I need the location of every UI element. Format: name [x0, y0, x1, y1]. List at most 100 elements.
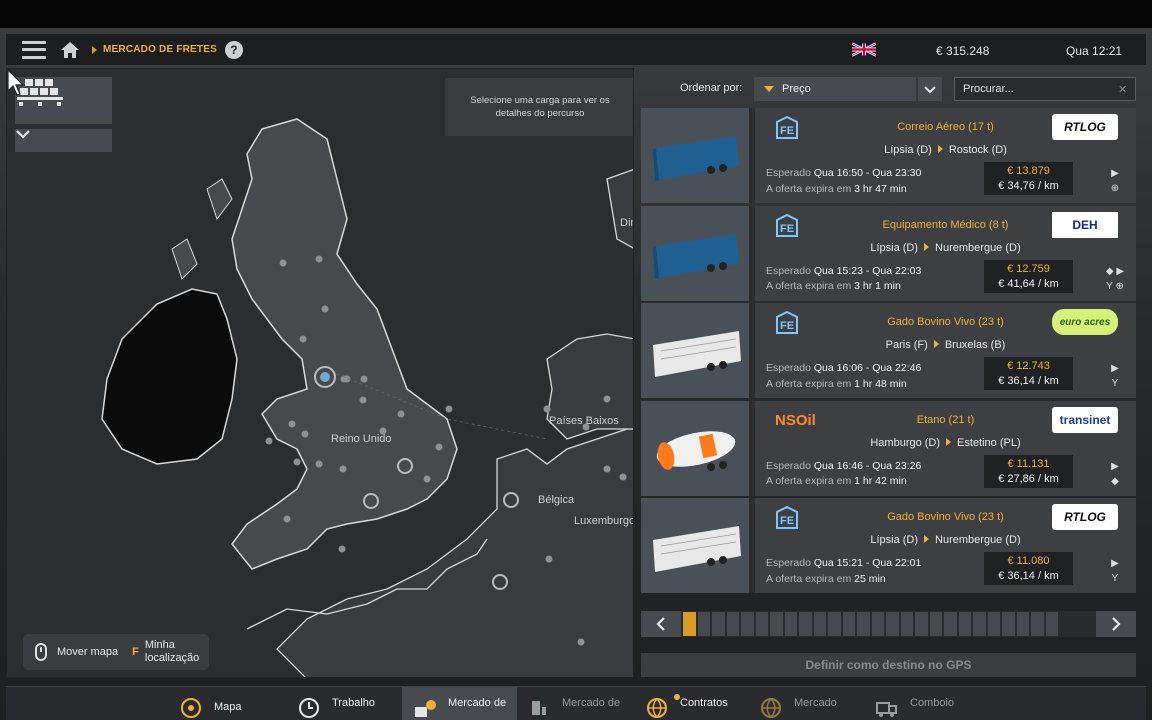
page-dot[interactable] — [900, 612, 913, 636]
expected-time: Qua 16:50 - Qua 23:30 — [813, 167, 922, 179]
breadcrumb-arrow-icon — [92, 45, 97, 54]
page-dot[interactable] — [929, 612, 942, 636]
page-dot[interactable] — [871, 612, 884, 636]
sort-value: Preço — [782, 83, 811, 95]
tab-map[interactable]: Mapa — [178, 687, 278, 720]
page-dot[interactable] — [958, 612, 971, 636]
expires-label: A oferta expira em — [766, 475, 852, 487]
job-times: Esperado Qua 15:21 - Qua 22:01 A oferta … — [766, 556, 921, 587]
set-gps-destination-button[interactable]: Definir como destino no GPS — [641, 653, 1136, 677]
route-arrow-icon — [933, 340, 939, 348]
map-view[interactable]: Reino Unido Países Baixos Bélgica Luxemb… — [6, 68, 634, 678]
job-icon-row-1: ▶ — [1111, 460, 1119, 472]
job-icon-row-2: ⊕ — [1110, 183, 1120, 194]
job-attribute-icons: ◆ ▶ Y ⊕ — [1105, 264, 1125, 294]
page-dot[interactable] — [915, 612, 928, 636]
tab-convoy[interactable]: Comboio — [874, 687, 984, 720]
uk-flag-icon[interactable] — [852, 42, 876, 57]
page-dot[interactable] — [1031, 612, 1044, 636]
help-icon[interactable]: ? — [224, 40, 243, 59]
page-dot[interactable] — [886, 612, 899, 636]
page-dot[interactable] — [770, 612, 783, 636]
job-icon-row-2: ◆ — [1111, 475, 1119, 487]
job-times: Esperado Qua 16:46 - Qua 23:26 A oferta … — [766, 459, 921, 490]
page-dot[interactable] — [712, 612, 725, 636]
tab-freight-market[interactable]: Mercado de — [402, 687, 517, 720]
map-label-reino-unido: Reino Unido — [331, 433, 392, 445]
price-per-km: € 27,86 / km — [998, 472, 1059, 485]
prev-page-button[interactable] — [641, 611, 681, 637]
job-row[interactable]: NSOil Etano (21 t) Hamburgo (D) Estetino … — [641, 400, 1136, 496]
expand-filter-button[interactable] — [15, 129, 112, 152]
chevron-right-icon — [1112, 617, 1121, 631]
job-icon-row-1: ▶ — [1111, 363, 1119, 374]
sort-select[interactable]: Preço — [754, 77, 916, 101]
tab-job[interactable]: Trabalho — [296, 687, 396, 720]
origin: Hamburgo (D) — [870, 436, 941, 449]
page-dot[interactable] — [697, 612, 710, 636]
top-bar: MERCADO DE FRETES ? € 315.248 Qua 12:21 — [6, 34, 1146, 66]
page-dot[interactable] — [799, 612, 812, 636]
tab-label: Mercado de — [562, 697, 621, 709]
job-row[interactable]: FE Equipamento Médico (8 t) Lípsia (D) Nu… — [641, 205, 1136, 301]
page-dot[interactable] — [987, 612, 1000, 636]
page-dot[interactable] — [726, 612, 739, 636]
mouse-cursor-icon — [7, 69, 25, 96]
cargo-filter-button[interactable] — [15, 77, 112, 124]
globe-icon — [758, 697, 784, 719]
clear-search-icon[interactable]: ✕ — [1118, 83, 1127, 96]
page-dot[interactable] — [755, 612, 768, 636]
client-logo: RTLOG — [1052, 114, 1118, 140]
sort-dropdown-button[interactable] — [918, 77, 942, 101]
next-page-button[interactable] — [1096, 611, 1136, 637]
page-dot[interactable] — [741, 612, 754, 636]
page-dot[interactable] — [842, 612, 855, 636]
job-attribute-icons: ▶ Y — [1105, 556, 1125, 586]
expires-time: 25 min — [854, 572, 886, 585]
job-row[interactable]: FE Gado Bovino Vivo (23 t) Paris (F) Brux… — [641, 303, 1136, 398]
page-dot[interactable] — [1045, 612, 1058, 636]
tab-contracts[interactable]: Contratos — [644, 687, 754, 720]
page-dot[interactable] — [828, 612, 841, 636]
price: € 11.080 — [1007, 555, 1050, 567]
chevron-down-icon — [16, 130, 30, 139]
page-dot[interactable] — [973, 612, 986, 636]
expires-label: A oferta expira em — [766, 572, 852, 585]
home-icon[interactable] — [60, 40, 80, 60]
page-dot[interactable] — [683, 612, 696, 636]
client-logo: transinet — [1052, 406, 1118, 433]
menu-icon[interactable] — [22, 40, 46, 59]
price: € 12.743 — [1007, 360, 1050, 372]
expires-time: 3 hr 1 min — [854, 280, 901, 292]
bottom-tab-bar: Mapa Trabalho Mercado de Mercado de Cont… — [6, 686, 1146, 720]
chevron-down-icon — [924, 85, 936, 93]
page-dot[interactable] — [1016, 612, 1029, 636]
search-input[interactable] — [954, 77, 1136, 101]
map-label-belgica: Bélgica — [538, 494, 575, 506]
page-dot[interactable] — [813, 612, 826, 636]
route: Hamburgo (D) Estetino (PL) — [755, 437, 1136, 449]
game-clock: Qua 12:21 — [1066, 44, 1123, 58]
notification-dot — [674, 694, 680, 700]
tab-cargo-market[interactable]: Mercado de — [526, 687, 636, 720]
tab-market[interactable]: Mercado — [758, 687, 868, 720]
trailer-image — [641, 108, 752, 203]
gps-icon — [178, 697, 204, 719]
job-row[interactable]: FE Gado Bovino Vivo (23 t) Lípsia (D) Nur… — [641, 498, 1136, 593]
locate-label-line1: Minha — [144, 639, 175, 651]
page-dot[interactable] — [944, 612, 957, 636]
job-details: FE Equipamento Médico (8 t) Lípsia (D) Nu… — [755, 205, 1136, 301]
locate-label: Minha localização — [145, 639, 199, 665]
page-dot[interactable] — [1002, 612, 1015, 636]
job-details: FE Correio Aéreo (17 t) Lípsia (D) Rostoc… — [755, 108, 1136, 203]
job-row[interactable]: FE Correio Aéreo (17 t) Lípsia (D) Rostoc… — [641, 108, 1136, 203]
destination: Bruxelas (B) — [944, 339, 1006, 351]
expires-time: 1 hr 42 min — [854, 475, 907, 487]
trailer-image — [641, 400, 752, 496]
page-dot[interactable] — [857, 612, 870, 636]
origin: Lípsia (D) — [884, 144, 932, 156]
page-indicator[interactable] — [681, 611, 1096, 637]
job-times: Esperado Qua 16:50 - Qua 23:30 A oferta … — [766, 166, 921, 197]
page-dot[interactable] — [784, 612, 797, 636]
expected-time: Qua 15:21 - Qua 22:01 — [813, 557, 922, 569]
